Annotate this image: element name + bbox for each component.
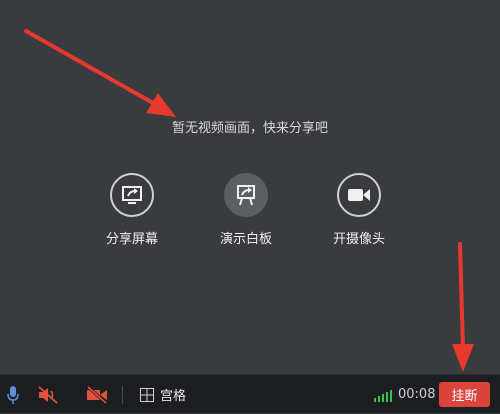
whiteboard-label: 演示白板 bbox=[219, 232, 272, 247]
whiteboard-button[interactable]: 演示白板 bbox=[201, 173, 291, 247]
grid-layout-label: 宫格 bbox=[160, 389, 187, 404]
annotation-arrow-top bbox=[24, 29, 176, 117]
hangup-button[interactable]: 挂断 bbox=[439, 382, 490, 407]
camera-icon bbox=[337, 173, 381, 217]
call-timer-text: 00:08 bbox=[398, 387, 436, 402]
annotation-arrow-bottom bbox=[452, 242, 474, 372]
share-screen-button[interactable]: 分享屏幕 bbox=[87, 173, 177, 247]
signal-bars-icon bbox=[374, 388, 392, 402]
microphone-icon bbox=[7, 385, 19, 404]
network-signal bbox=[374, 375, 392, 414]
video-off-icon bbox=[87, 385, 107, 404]
grid-icon bbox=[140, 387, 154, 402]
camera-button[interactable]: 开摄像头 bbox=[314, 173, 404, 247]
empty-video-message: 暂无视频画面，快来分享吧 bbox=[171, 121, 328, 136]
camera-label: 开摄像头 bbox=[332, 232, 385, 247]
grid-layout-button[interactable]: 宫格 bbox=[140, 375, 186, 414]
microphone-button[interactable] bbox=[6, 375, 26, 414]
video-toggle-button[interactable] bbox=[86, 375, 110, 414]
whiteboard-icon bbox=[224, 173, 268, 217]
video-stage: 暂无视频画面，快来分享吧 分享屏幕 演示白板 开摄像头 bbox=[0, 0, 500, 374]
separator bbox=[122, 386, 123, 404]
call-timer: 00:08 bbox=[398, 375, 435, 414]
share-screen-label: 分享屏幕 bbox=[105, 232, 158, 247]
call-control-bar: 宫格 00:08 挂断 bbox=[0, 374, 500, 413]
share-screen-icon bbox=[110, 173, 154, 217]
speaker-toggle-button[interactable] bbox=[37, 375, 61, 414]
speaker-muted-icon bbox=[38, 385, 58, 404]
